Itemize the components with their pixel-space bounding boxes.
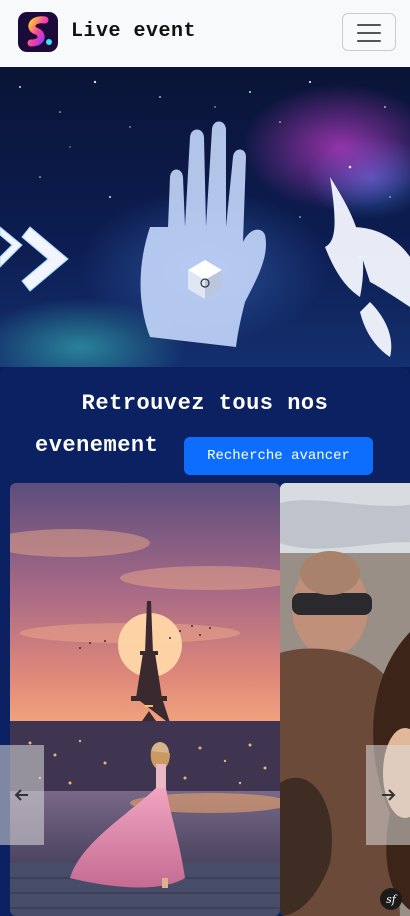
symfony-debug-badge[interactable]: sf xyxy=(380,888,402,910)
arrow-left-icon xyxy=(14,789,28,801)
hamburger-menu-button[interactable] xyxy=(342,13,396,51)
eiffel-tower-sunset-woman-pink-dress xyxy=(10,483,280,916)
hamburger-bar xyxy=(357,32,381,34)
hamburger-bar xyxy=(357,40,381,42)
hamburger-menu-icon xyxy=(357,24,381,26)
brand-name[interactable]: Live event xyxy=(71,20,196,43)
events-section: Retrouvez tous nos evenement Recherche a… xyxy=(0,367,410,916)
advanced-search-button[interactable]: Recherche avancer xyxy=(184,437,373,475)
carousel-slide[interactable] xyxy=(280,483,410,916)
navbar: Live event xyxy=(0,0,410,67)
festival-crowd-man-sunglasses xyxy=(280,483,410,916)
arrow-right-icon xyxy=(382,789,396,801)
hand-in-galaxy-illustration xyxy=(0,80,410,357)
events-carousel[interactable] xyxy=(0,483,410,916)
events-heading: Retrouvez tous nos xyxy=(81,391,329,416)
app-logo-icon[interactable] xyxy=(18,12,58,52)
events-heading-line2: evenement xyxy=(35,433,159,458)
carousel-slide[interactable] xyxy=(10,483,280,916)
hero-banner-image xyxy=(0,67,410,367)
carousel-prev-button[interactable] xyxy=(0,745,44,845)
carousel-next-button[interactable] xyxy=(366,745,410,845)
